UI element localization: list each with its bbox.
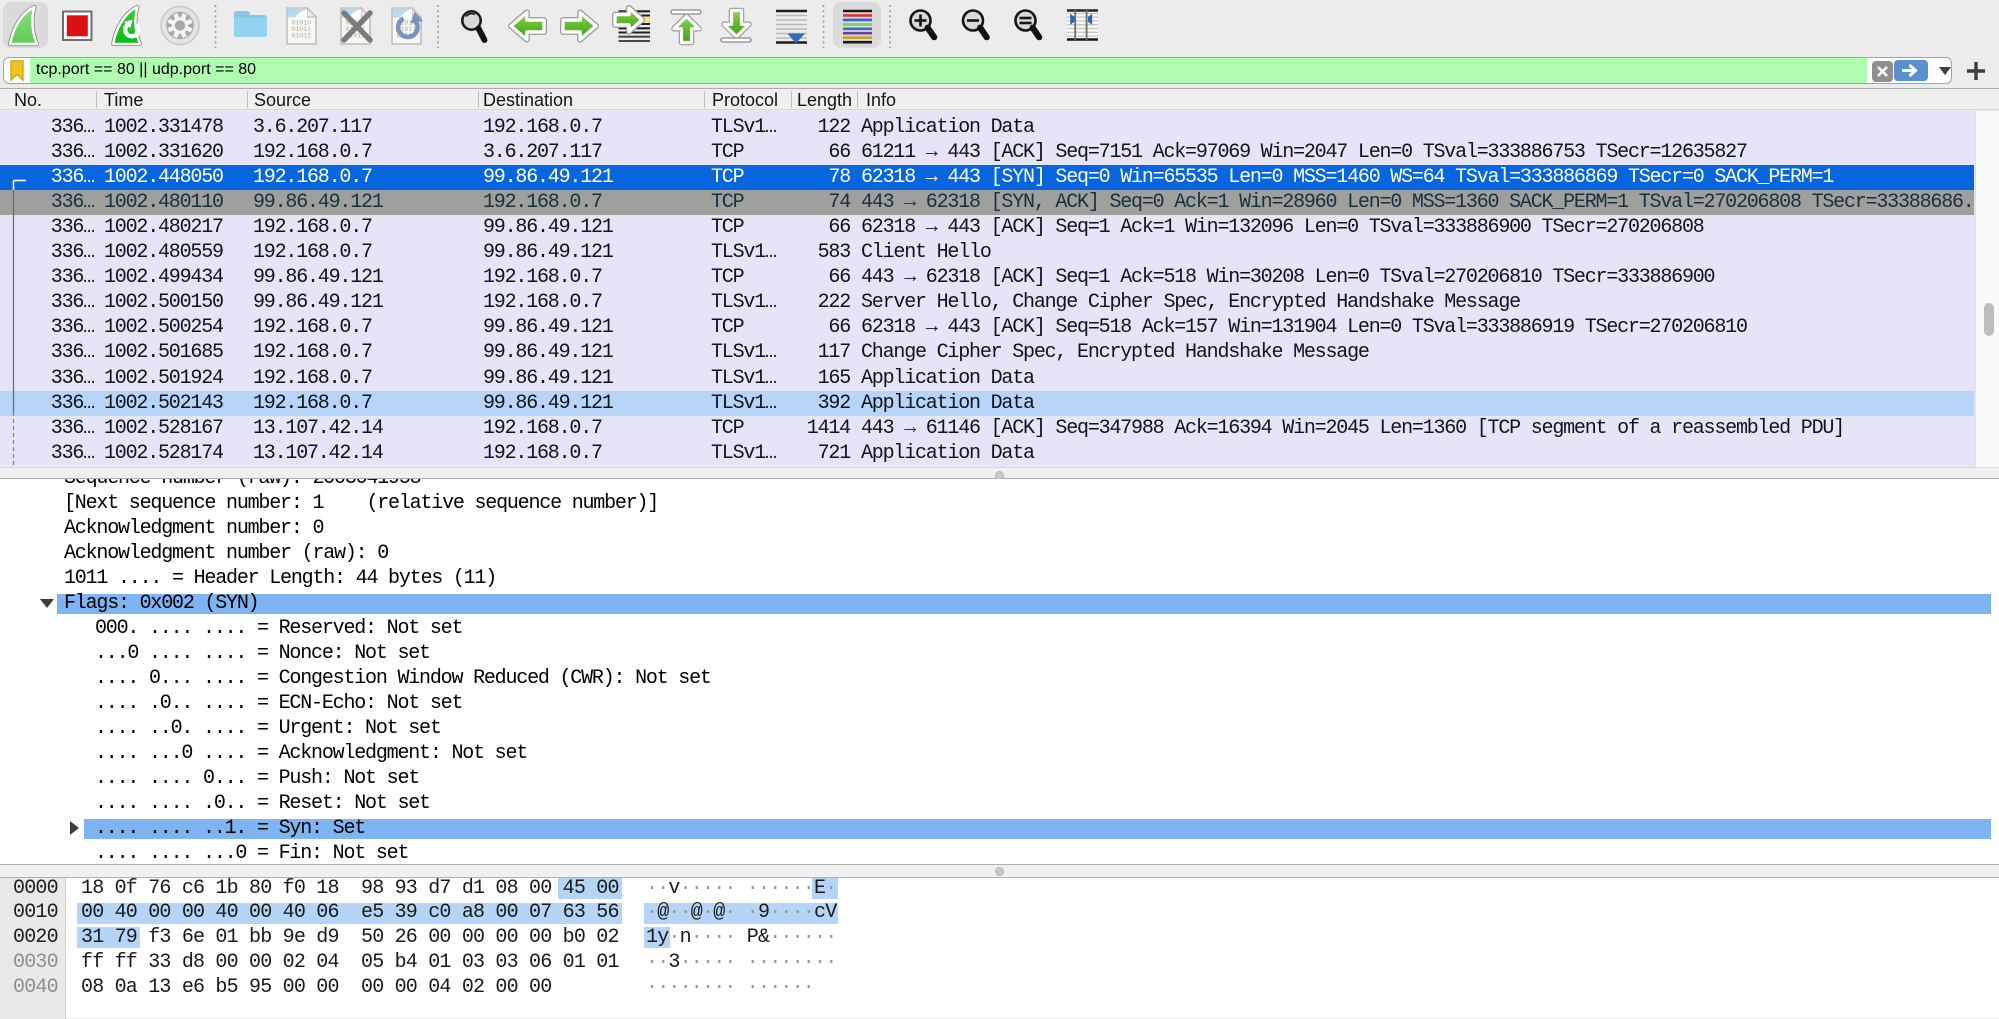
svg-text:01012: 01012 <box>292 32 312 39</box>
